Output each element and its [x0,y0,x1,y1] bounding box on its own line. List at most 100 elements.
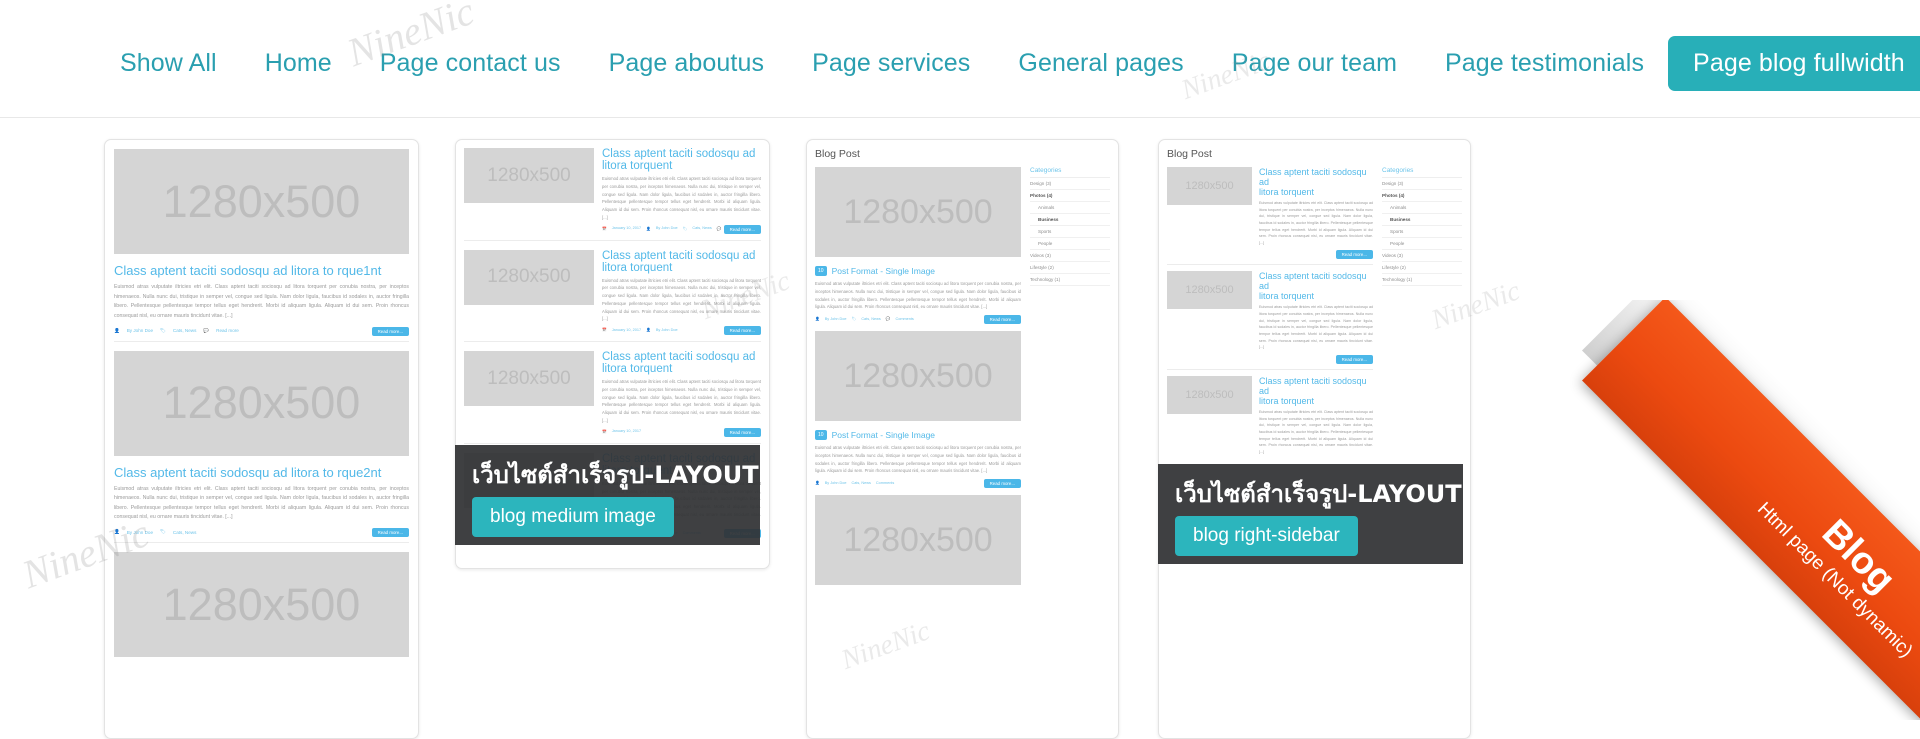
post-categories[interactable]: Cats, News [861,317,880,321]
post-format-title[interactable]: Post Format - Single Image [832,430,935,440]
sidebar-category-item[interactable]: Business [1382,214,1462,226]
sidebar-category-item[interactable]: Technology (1) [1382,274,1462,286]
read-more-button[interactable]: Read more... [724,428,761,437]
post-format-row: 10 Post Format - Single Image [815,266,1021,276]
sidebar-category-item[interactable]: Animals [1382,202,1462,214]
read-more-button[interactable]: Read more... [984,479,1021,488]
post-format-badge: 10 [815,430,827,440]
tag-icon: 🏷 [160,328,166,334]
post-categories[interactable]: Cats, News [173,530,197,535]
author-icon: 👤 [646,327,651,332]
placeholder-image: 1280x500 [1167,376,1252,414]
overlay-badge[interactable]: blog right-sidebar [1175,516,1358,556]
comment-icon: 💬 [203,328,209,334]
post-author[interactable]: By John Doe [656,226,678,230]
post-title-cont[interactable]: litora torquent [1259,396,1373,406]
sidebar-category-item[interactable]: Animals [1030,202,1110,214]
placeholder-image: 1280x500 [1167,271,1252,309]
comment-icon: 💬 [886,316,891,321]
sidebar-category-item[interactable]: People [1382,238,1462,250]
sidebar-heading: Categories [1030,167,1110,178]
post-meta: 👤 By John Doe 🏷 Cats, News Read more... [114,529,409,535]
post-author[interactable]: By John Doe [656,328,678,332]
post-excerpt: Euismod atras vulputate iltricies etri e… [1259,409,1373,455]
placeholder-image: 1280x500 [464,351,594,406]
post-meta: 📅 January 10, 2017 👤 By John Doe 🏷 Cats,… [602,226,761,231]
preview-card-blog-fullwidth[interactable]: 1280x500 Class aptent taciti sodosqu ad … [104,139,419,739]
divider [464,443,761,444]
post-author[interactable]: By John Doe [825,317,847,321]
post-title[interactable]: Class aptent taciti sodosqu ad litora to… [602,148,761,172]
divider [114,341,409,342]
read-more-link[interactable]: Read more [216,328,239,333]
sidebar-category-item[interactable]: Photos (4) [1030,190,1110,202]
calendar-icon: 📅 [602,429,607,434]
sidebar-category-item[interactable]: Design (3) [1030,178,1110,190]
post-excerpt: Euismod atras vulputate iltricies etri e… [114,485,409,524]
post-format-title[interactable]: Post Format - Single Image [832,266,935,276]
divider [464,341,761,342]
post-comments[interactable]: Comments [876,481,894,485]
sidebar-category-item[interactable]: Photos (4) [1382,190,1462,202]
placeholder-image: 1280x500 [815,495,1021,585]
post-meta: 👤 By John Doe 🏷 Cats, News 💬 Comments Re… [815,316,1021,321]
post-title[interactable]: Class aptent taciti sodosqu ad litora to… [602,250,761,274]
post-title[interactable]: Class aptent taciti sodosqu ad [1259,167,1373,187]
comment-icon: 💬 [717,226,722,231]
sidebar-category-item[interactable]: People [1030,238,1110,250]
post-date: January 10, 2017 [612,328,641,332]
placeholder-image: 1280x500 [464,148,594,203]
post-excerpt: Euismod atras vulputate iltricies etri e… [602,175,761,222]
preview-card-blog-right-sidebar[interactable]: Blog Post 1280x500 Class aptent taciti s… [1158,139,1471,739]
sidebar-category-item[interactable]: Technology (1) [1030,274,1110,286]
sidebar-heading: Categories [1382,167,1462,178]
post-comments[interactable]: Comments [895,317,913,321]
sidebar-category-item[interactable]: Sports [1030,226,1110,238]
sidebar-post-row: 1280x500 Class aptent taciti sodosqu ad … [1167,271,1373,350]
post-title[interactable]: Class aptent taciti sodosqu ad litora to… [602,351,761,375]
read-more-button[interactable]: Read more... [372,327,409,336]
post-excerpt: Euismod atras vulputate iltricies etri e… [1259,304,1373,350]
post-title[interactable]: Class aptent taciti sodosqu ad [1259,271,1373,291]
post-title[interactable]: Class aptent taciti sodosqu ad litora to… [114,263,409,278]
sidebar-categories: Categories Design (3)Photos (4)AnimalsBu… [1030,167,1110,585]
post-excerpt: Euismod atras vulputate iltricies etri e… [602,378,761,425]
post-author[interactable]: By John Doe [825,481,847,485]
post-excerpt: Euismod atras vulputate iltricies etri e… [114,283,409,322]
read-more-button[interactable]: Read more... [724,225,761,234]
sidebar-post-row: 1280x500 Class aptent taciti sodosqu ad … [1167,167,1373,246]
post-title-cont[interactable]: litora torquent [1259,187,1373,197]
calendar-icon: 📅 [602,226,607,231]
sidebar-category-item[interactable]: Videos (3) [1030,250,1110,262]
placeholder-image: 1280x500 [114,552,409,657]
author-icon: 👤 [646,226,651,231]
placeholder-image: 1280x500 [815,331,1021,421]
sidebar-category-item[interactable]: Videos (3) [1382,250,1462,262]
divider [114,542,409,543]
sidebar-category-item[interactable]: Sports [1382,226,1462,238]
post-title[interactable]: Class aptent taciti sodosqu ad litora to… [114,465,409,480]
read-more-button[interactable]: Read more... [1336,355,1373,364]
overlay-caption-medium-image: เว็บไซต์สำเร็จรูป-LAYOUT blog medium ima… [455,445,760,545]
sidebar-category-item[interactable]: Business [1030,214,1110,226]
post-categories[interactable]: Cats, News [692,226,711,230]
overlay-badge[interactable]: blog medium image [472,497,674,537]
post-categories[interactable]: Cats, News [173,328,197,333]
placeholder-image: 1280x500 [114,351,409,456]
overlay-caption-right-sidebar: เว็บไซต์สำเร็จรูป-LAYOUT blog right-side… [1158,464,1463,564]
sidebar-category-item[interactable]: Lifestyle (2) [1382,262,1462,274]
post-author[interactable]: By John Doe [127,328,153,333]
post-title[interactable]: Class aptent taciti sodosqu ad [1259,376,1373,396]
post-categories[interactable]: Cats, News [851,481,870,485]
sidebar-category-item[interactable]: Design (3) [1382,178,1462,190]
post-title-cont[interactable]: litora torquent [1259,291,1373,301]
sidebar-category-item[interactable]: Lifestyle (2) [1030,262,1110,274]
layout-preview-grid: 1280x500 Class aptent taciti sodosqu ad … [0,0,1920,720]
read-more-button[interactable]: Read more... [984,315,1021,324]
placeholder-image: 1280x500 [1167,167,1252,205]
read-more-button[interactable]: Read more... [724,326,761,335]
read-more-button[interactable]: Read more... [1336,250,1373,259]
post-meta: 👤 By John Doe 🏷 Cats, News 💬 Read more R… [114,328,409,334]
read-more-button[interactable]: Read more... [372,528,409,537]
post-meta: 📅 January 10, 2017 Read more... [602,429,761,434]
